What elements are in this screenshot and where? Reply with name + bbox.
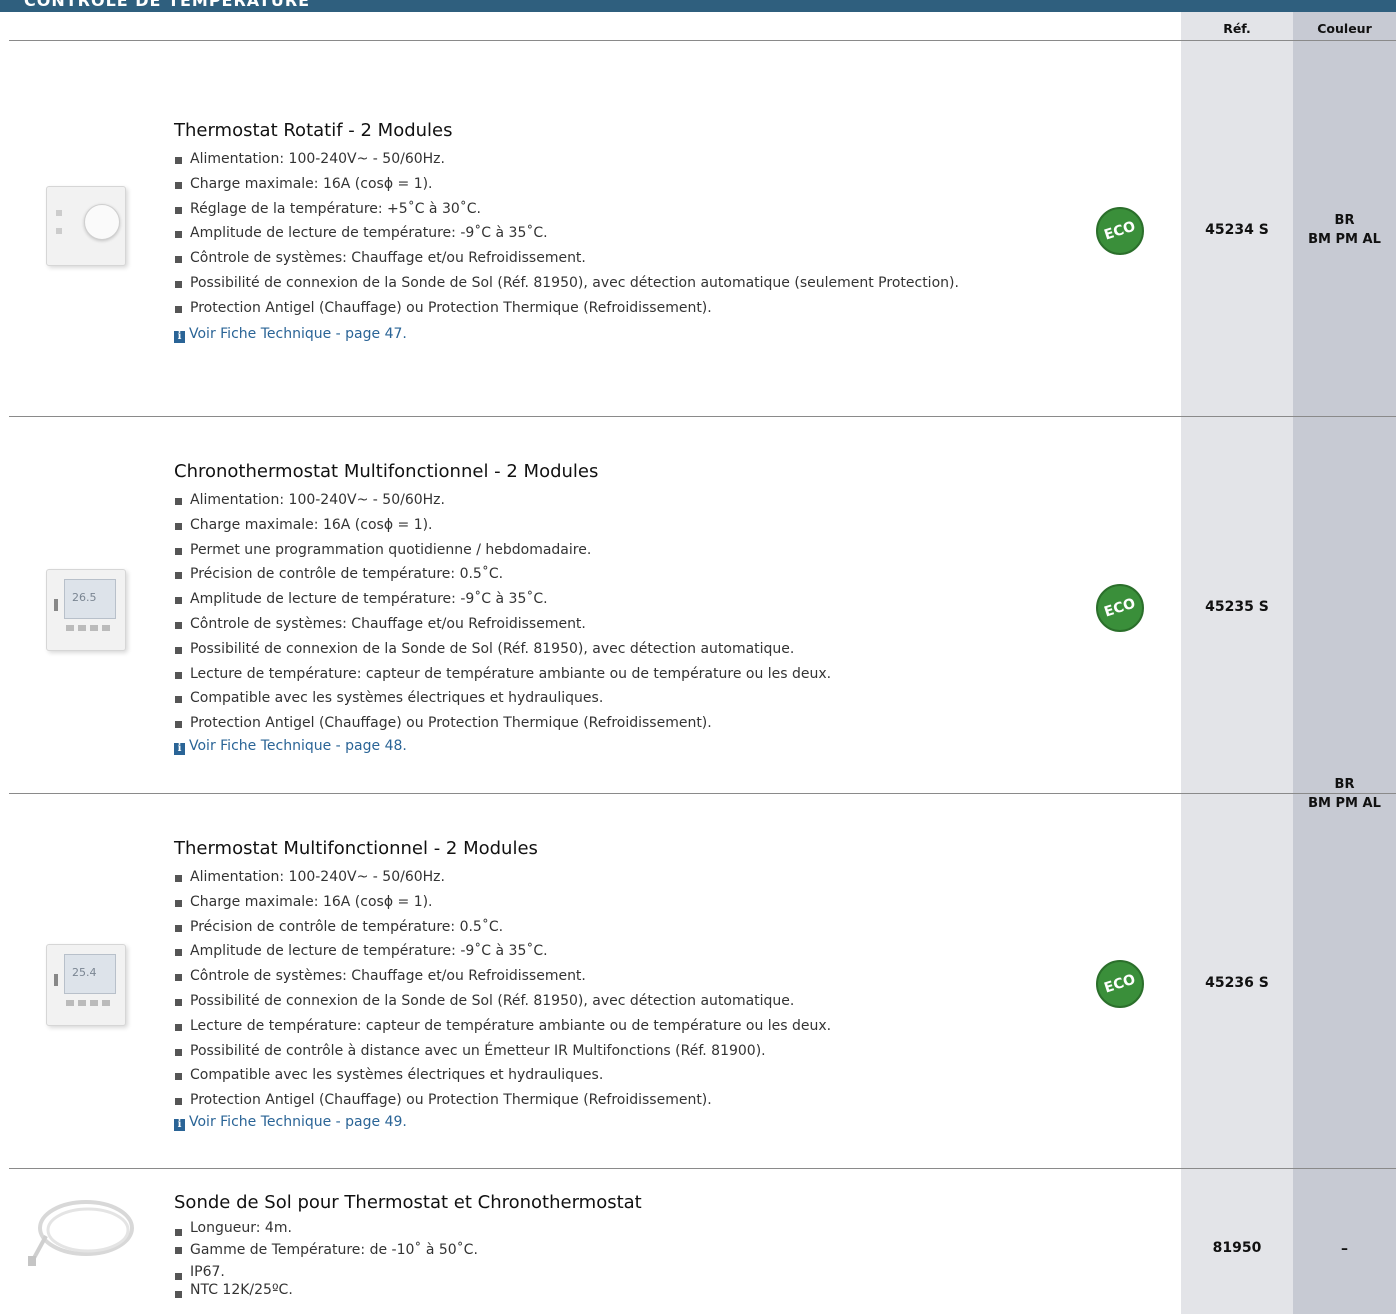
- color-column: [1293, 12, 1396, 1314]
- datasheet-link[interactable]: i Voir Fiche Technique - page 48.: [174, 738, 407, 755]
- feature-item: Alimentation: 100-240V~ - 50/60Hz.: [174, 488, 831, 513]
- feature-item: Lecture de température: capteur de tempé…: [174, 662, 831, 687]
- feature-list: Longueur: 4m. Gamme de Température: de -…: [175, 1219, 478, 1299]
- feature-item: Possibilité de contrôle à distance avec …: [174, 1039, 831, 1064]
- feature-item: Réglage de la température: +5˚C à 30˚C.: [175, 197, 959, 222]
- feature-item: Amplitude de lecture de température: -9˚…: [175, 221, 959, 246]
- header-divider: [9, 40, 1396, 41]
- feature-item: Protection Antigel (Chauffage) ou Protec…: [174, 711, 831, 736]
- product-title: Sonde de Sol pour Thermostat et Chronoth…: [174, 1192, 642, 1213]
- product-ref: 45235 S: [1205, 599, 1269, 615]
- feature-item: NTC 12K/25ºC.: [175, 1281, 478, 1299]
- feature-item: Longueur: 4m.: [175, 1219, 478, 1237]
- datasheet-link-label: Voir Fiche Technique - page 47.: [189, 326, 407, 342]
- eco-badge: ECO: [1096, 960, 1144, 1008]
- feature-item: Compatible avec les systèmes électriques…: [174, 1063, 831, 1088]
- feature-item: IP67.: [175, 1263, 478, 1281]
- eco-label: ECO: [1102, 971, 1138, 997]
- datasheet-link-label: Voir Fiche Technique - page 48.: [189, 738, 407, 754]
- info-icon: i: [174, 1119, 185, 1131]
- eco-label: ECO: [1102, 218, 1138, 244]
- eco-label: ECO: [1102, 595, 1138, 621]
- floor-probe-image: [24, 1188, 140, 1274]
- feature-item: Charge maximale: 16A (cosϕ = 1).: [174, 513, 831, 538]
- feature-item: Gamme de Température: de -10˚ à 50˚C.: [175, 1237, 478, 1263]
- feature-item: Amplitude de lecture de température: -9˚…: [174, 939, 831, 964]
- feature-item: Protection Antigel (Chauffage) ou Protec…: [175, 296, 959, 321]
- feature-item: Protection Antigel (Chauffage) ou Protec…: [174, 1088, 831, 1113]
- datasheet-link[interactable]: i Voir Fiche Technique - page 47.: [174, 326, 407, 343]
- color-column-header: Couleur: [1317, 21, 1372, 36]
- product-color: BR BM PM AL: [1293, 211, 1396, 249]
- feature-item: Charge maximale: 16A (cosϕ = 1).: [174, 890, 831, 915]
- feature-item: Possibilité de connexion de la Sonde de …: [174, 989, 831, 1014]
- feature-item: Côntrole de systèmes: Chauffage et/ou Re…: [174, 612, 831, 637]
- color-line: BR: [1334, 213, 1355, 228]
- eco-badge: ECO: [1096, 584, 1144, 632]
- section-title: CONTRÔLE DE TEMPÉRATURE: [24, 0, 311, 10]
- row-divider: [9, 416, 1396, 417]
- product-color: –: [1341, 1241, 1348, 1257]
- info-icon: i: [174, 743, 185, 755]
- ref-column-header: Réf.: [1223, 21, 1251, 36]
- product-ref: 81950: [1212, 1240, 1262, 1256]
- eco-badge: ECO: [1096, 207, 1144, 255]
- row-divider: [9, 1168, 1396, 1169]
- feature-list: Alimentation: 100-240V~ - 50/60Hz. Charg…: [175, 147, 959, 321]
- feature-item: Précision de contrôle de température: 0.…: [174, 562, 831, 587]
- reference-column: [1181, 12, 1293, 1314]
- feature-item: Permet une programmation quotidienne / h…: [174, 538, 831, 563]
- color-line: BM PM AL: [1308, 796, 1381, 811]
- product-title: Thermostat Multifonctionnel - 2 Modules: [174, 838, 538, 859]
- product-title: Thermostat Rotatif - 2 Modules: [174, 120, 453, 141]
- feature-item: Alimentation: 100-240V~ - 50/60Hz.: [175, 147, 959, 172]
- color-line: BR: [1334, 777, 1355, 792]
- feature-item: Possibilité de connexion de la Sonde de …: [175, 271, 959, 296]
- feature-item: Compatible avec les systèmes électriques…: [174, 686, 831, 711]
- row-divider: [9, 793, 1396, 794]
- color-line: BM PM AL: [1308, 232, 1381, 247]
- feature-item: Amplitude de lecture de température: -9˚…: [174, 587, 831, 612]
- feature-list: Alimentation: 100-240V~ - 50/60Hz. Charg…: [174, 865, 831, 1113]
- feature-item: Côntrole de systèmes: Chauffage et/ou Re…: [175, 246, 959, 271]
- product-ref: 45234 S: [1205, 222, 1269, 238]
- product-color: BR BM PM AL: [1293, 775, 1396, 813]
- feature-item: Côntrole de systèmes: Chauffage et/ou Re…: [174, 964, 831, 989]
- product-ref: 45236 S: [1205, 975, 1269, 991]
- rotary-thermostat-image: [42, 180, 130, 270]
- feature-list: Alimentation: 100-240V~ - 50/60Hz. Charg…: [174, 488, 831, 736]
- info-icon: i: [174, 331, 185, 343]
- feature-item: Précision de contrôle de température: 0.…: [174, 915, 831, 940]
- datasheet-link-label: Voir Fiche Technique - page 49.: [189, 1114, 407, 1130]
- datasheet-link[interactable]: i Voir Fiche Technique - page 49.: [174, 1114, 407, 1131]
- product-title: Chronothermostat Multifonctionnel - 2 Mo…: [174, 461, 599, 482]
- feature-item: Alimentation: 100-240V~ - 50/60Hz.: [174, 865, 831, 890]
- feature-item: Lecture de température: capteur de tempé…: [174, 1014, 831, 1039]
- multifunction-thermostat-image: 25.4: [42, 940, 128, 1030]
- feature-item: Possibilité de connexion de la Sonde de …: [174, 637, 831, 662]
- section-header-bar: CONTRÔLE DE TEMPÉRATURE: [0, 0, 1396, 12]
- feature-item: Charge maximale: 16A (cosϕ = 1).: [175, 172, 959, 197]
- chronothermostat-image: 26.5: [42, 565, 128, 655]
